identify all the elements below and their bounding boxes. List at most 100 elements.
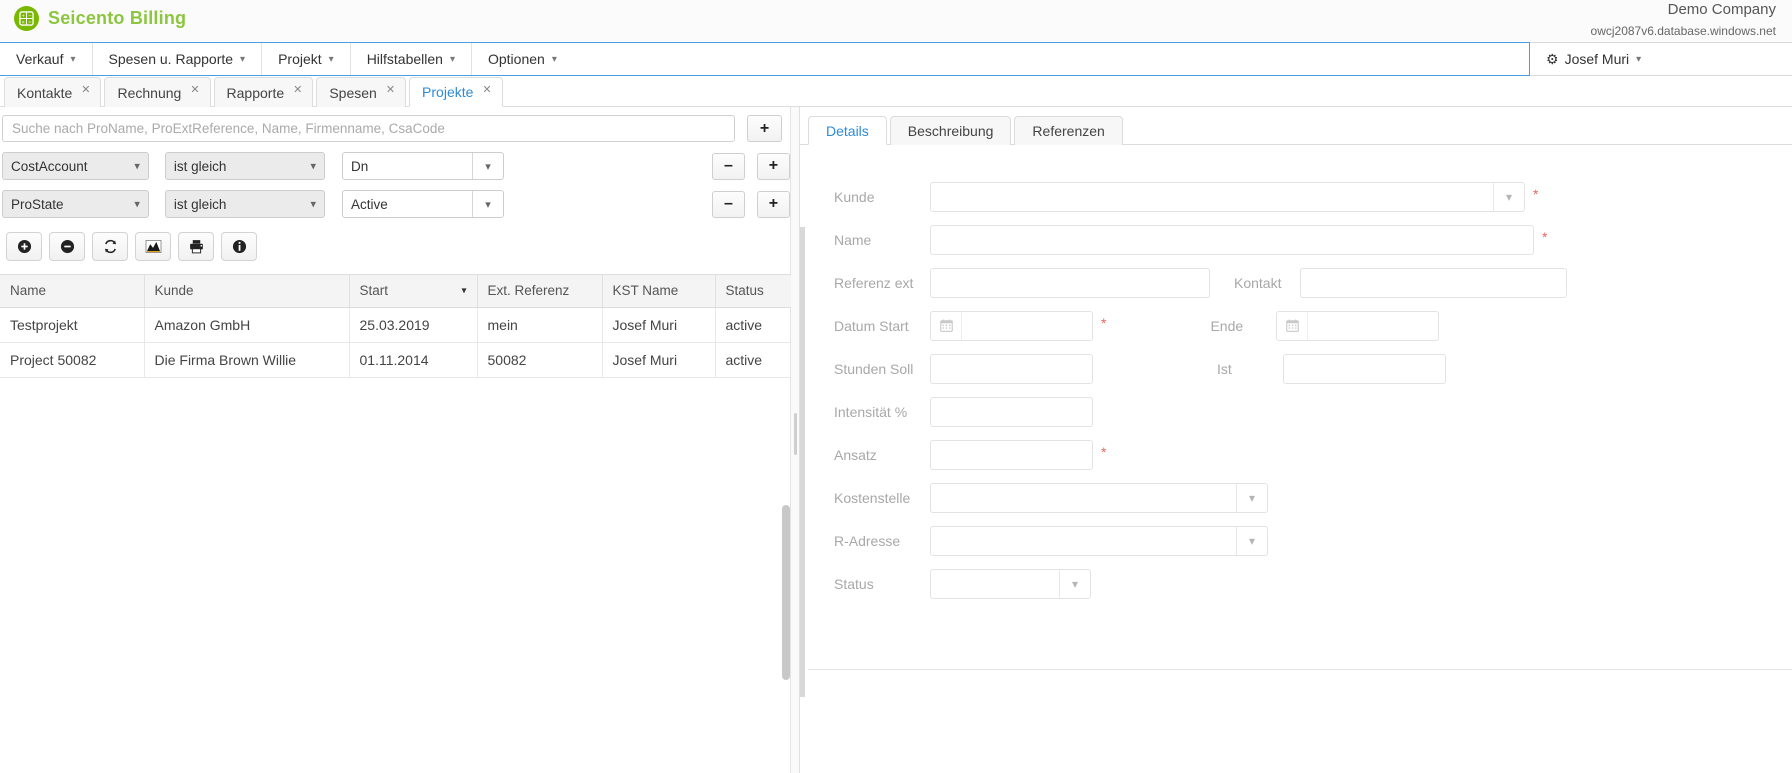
filter-field-select-2[interactable]: ProState ▾ [2, 190, 149, 218]
svg-text:=: = [28, 20, 32, 25]
filter-field-select-1[interactable]: CostAccount ▾ [2, 152, 149, 180]
filter-value-select-1[interactable]: Dn ▾ [342, 152, 504, 180]
column-header-name[interactable]: Name [0, 275, 145, 308]
label-stunden-soll: Stunden Soll [834, 360, 914, 377]
kunde-select[interactable]: ▾ [930, 181, 1525, 212]
form-row-datum-start: Datum Start * Ende [800, 304, 1792, 347]
cell-status: active [715, 342, 792, 378]
stunden-soll-input[interactable] [930, 353, 1093, 384]
column-header-ext-referenz[interactable]: Ext. Referenz [477, 275, 603, 308]
menu-item-verkauf[interactable]: Verkauf ▾ [0, 43, 93, 75]
calendar-icon[interactable] [931, 311, 962, 340]
chevron-down-icon: ▾ [1236, 483, 1267, 512]
chevron-down-icon: ▾ [1236, 526, 1267, 555]
chevron-down-icon: ▾ [449, 53, 455, 65]
table-row[interactable]: Project 50082 Die Firma Brown Willie 01.… [0, 342, 792, 378]
filter-value-value: Active [351, 196, 388, 212]
filter-add-button-1[interactable]: + [756, 152, 790, 180]
close-icon[interactable]: ✕ [190, 83, 199, 96]
menu-bar: Verkauf ▾ Spesen u. Rapporte ▾ Projekt ▾… [0, 42, 1530, 76]
svg-text:×: × [21, 19, 25, 25]
kostenstelle-select[interactable]: ▾ [930, 482, 1268, 513]
detail-vertical-scrollbar[interactable] [800, 227, 805, 697]
close-icon[interactable]: ✕ [81, 83, 90, 96]
filter-value-select-2[interactable]: Active ▾ [342, 190, 504, 218]
add-record-button[interactable] [6, 232, 42, 261]
search-add-button[interactable]: + [747, 115, 782, 142]
user-menu[interactable]: ⚙ Josef Muri ▾ [1530, 42, 1792, 76]
delete-record-button[interactable] [49, 232, 85, 261]
refresh-button[interactable] [92, 232, 128, 261]
form-row-r-adresse: R-Adresse ▾ [800, 519, 1792, 562]
detail-tab-strip: Details Beschreibung Referenzen [800, 115, 1792, 145]
print-button[interactable] [178, 232, 214, 261]
form-row-intensitaet: Intensität % [800, 390, 1792, 433]
tab-strip: Kontakte ✕ Rechnung ✕ Rapporte ✕ Spesen … [0, 76, 1792, 107]
tab-referenzen[interactable]: Referenzen [1014, 116, 1123, 145]
tab-spesen[interactable]: Spesen ✕ [316, 77, 407, 107]
chart-icon [145, 239, 162, 254]
tab-rapporte[interactable]: Rapporte ✕ [213, 77, 314, 107]
details-form: Kunde ▾ * Name * Referenz ext Kontakt Da… [800, 145, 1792, 605]
ende-input[interactable] [1276, 310, 1440, 341]
column-header-label: Start [359, 283, 389, 299]
projects-grid: Name Kunde Start ▾ Ext. Referenz KST Nam… [0, 274, 792, 378]
tab-projekte[interactable]: Projekte ✕ [409, 77, 503, 107]
referenz-ext-input[interactable] [930, 267, 1210, 298]
menu-item-spesen-rapporte[interactable]: Spesen u. Rapporte ▾ [93, 43, 263, 75]
filter-operator-select-1[interactable]: ist gleich ▾ [164, 152, 325, 180]
filter-operator-select-2[interactable]: ist gleich ▾ [164, 190, 325, 218]
r-adresse-select[interactable]: ▾ [930, 525, 1268, 556]
cell-start: 01.11.2014 [349, 342, 478, 378]
menu-item-label: Hilfstabellen [366, 51, 443, 67]
brand-title: Seicento Billing [48, 8, 187, 28]
filter-field-value: CostAccount [11, 158, 88, 174]
company-name: Demo Company [1667, 1, 1776, 18]
label-name: Name [834, 231, 872, 248]
cell-kst-name: Josef Muri [602, 307, 716, 343]
name-input[interactable] [930, 224, 1534, 255]
menu-item-label: Optionen [487, 51, 545, 67]
search-input[interactable] [2, 115, 735, 142]
list-vertical-scrollbar[interactable] [782, 505, 790, 680]
close-icon[interactable]: ✕ [482, 83, 491, 96]
status-select[interactable]: ▾ [930, 568, 1091, 599]
chart-button[interactable] [135, 232, 171, 261]
kontakt-input[interactable] [1300, 267, 1567, 298]
table-row[interactable]: Testprojekt Amazon GmbH 25.03.2019 mein … [0, 307, 792, 343]
tab-rechnung[interactable]: Rechnung ✕ [104, 77, 211, 107]
intensitaet-input[interactable] [930, 396, 1093, 427]
table-header-row: Name Kunde Start ▾ Ext. Referenz KST Nam… [0, 275, 792, 308]
main-body: + CostAccount ▾ ist gleich ▾ Dn ▾ – + Pr… [0, 107, 1792, 773]
column-header-kst-name[interactable]: KST Name [602, 275, 716, 308]
pane-splitter[interactable] [791, 107, 800, 773]
ist-input[interactable] [1283, 353, 1446, 384]
chevron-down-icon: ▾ [1059, 569, 1090, 598]
tab-kontakte[interactable]: Kontakte ✕ [4, 77, 102, 107]
plus-circle-icon [17, 239, 32, 254]
menu-item-projekt[interactable]: Projekt ▾ [262, 43, 351, 75]
column-header-status[interactable]: Status [715, 275, 792, 308]
filter-remove-button-1[interactable]: – [711, 152, 745, 180]
menu-item-optionen[interactable]: Optionen ▾ [472, 43, 573, 75]
column-header-start[interactable]: Start ▾ [349, 275, 478, 308]
chevron-down-icon: ▾ [310, 198, 316, 211]
datum-start-input[interactable] [930, 310, 1093, 341]
close-icon[interactable]: ✕ [293, 83, 302, 96]
cell-kunde: Amazon GmbH [144, 307, 350, 343]
form-row-referenz-ext: Referenz ext Kontakt [800, 261, 1792, 304]
ansatz-input[interactable] [930, 439, 1093, 470]
cell-ext-referenz: mein [477, 307, 603, 343]
info-button[interactable] [221, 232, 257, 261]
tab-details[interactable]: Details [808, 116, 887, 145]
calendar-icon[interactable] [1277, 311, 1309, 340]
menu-item-hilfstabellen[interactable]: Hilfstabellen ▾ [351, 43, 472, 75]
filter-remove-button-2[interactable]: – [711, 190, 745, 218]
filter-add-button-2[interactable]: + [756, 190, 790, 218]
minus-circle-icon [60, 239, 75, 254]
sort-descending-icon: ▾ [461, 285, 467, 297]
column-header-kunde[interactable]: Kunde [144, 275, 350, 308]
tab-beschreibung[interactable]: Beschreibung [889, 116, 1012, 145]
cell-name: Project 50082 [0, 342, 145, 378]
close-icon[interactable]: ✕ [386, 83, 395, 96]
